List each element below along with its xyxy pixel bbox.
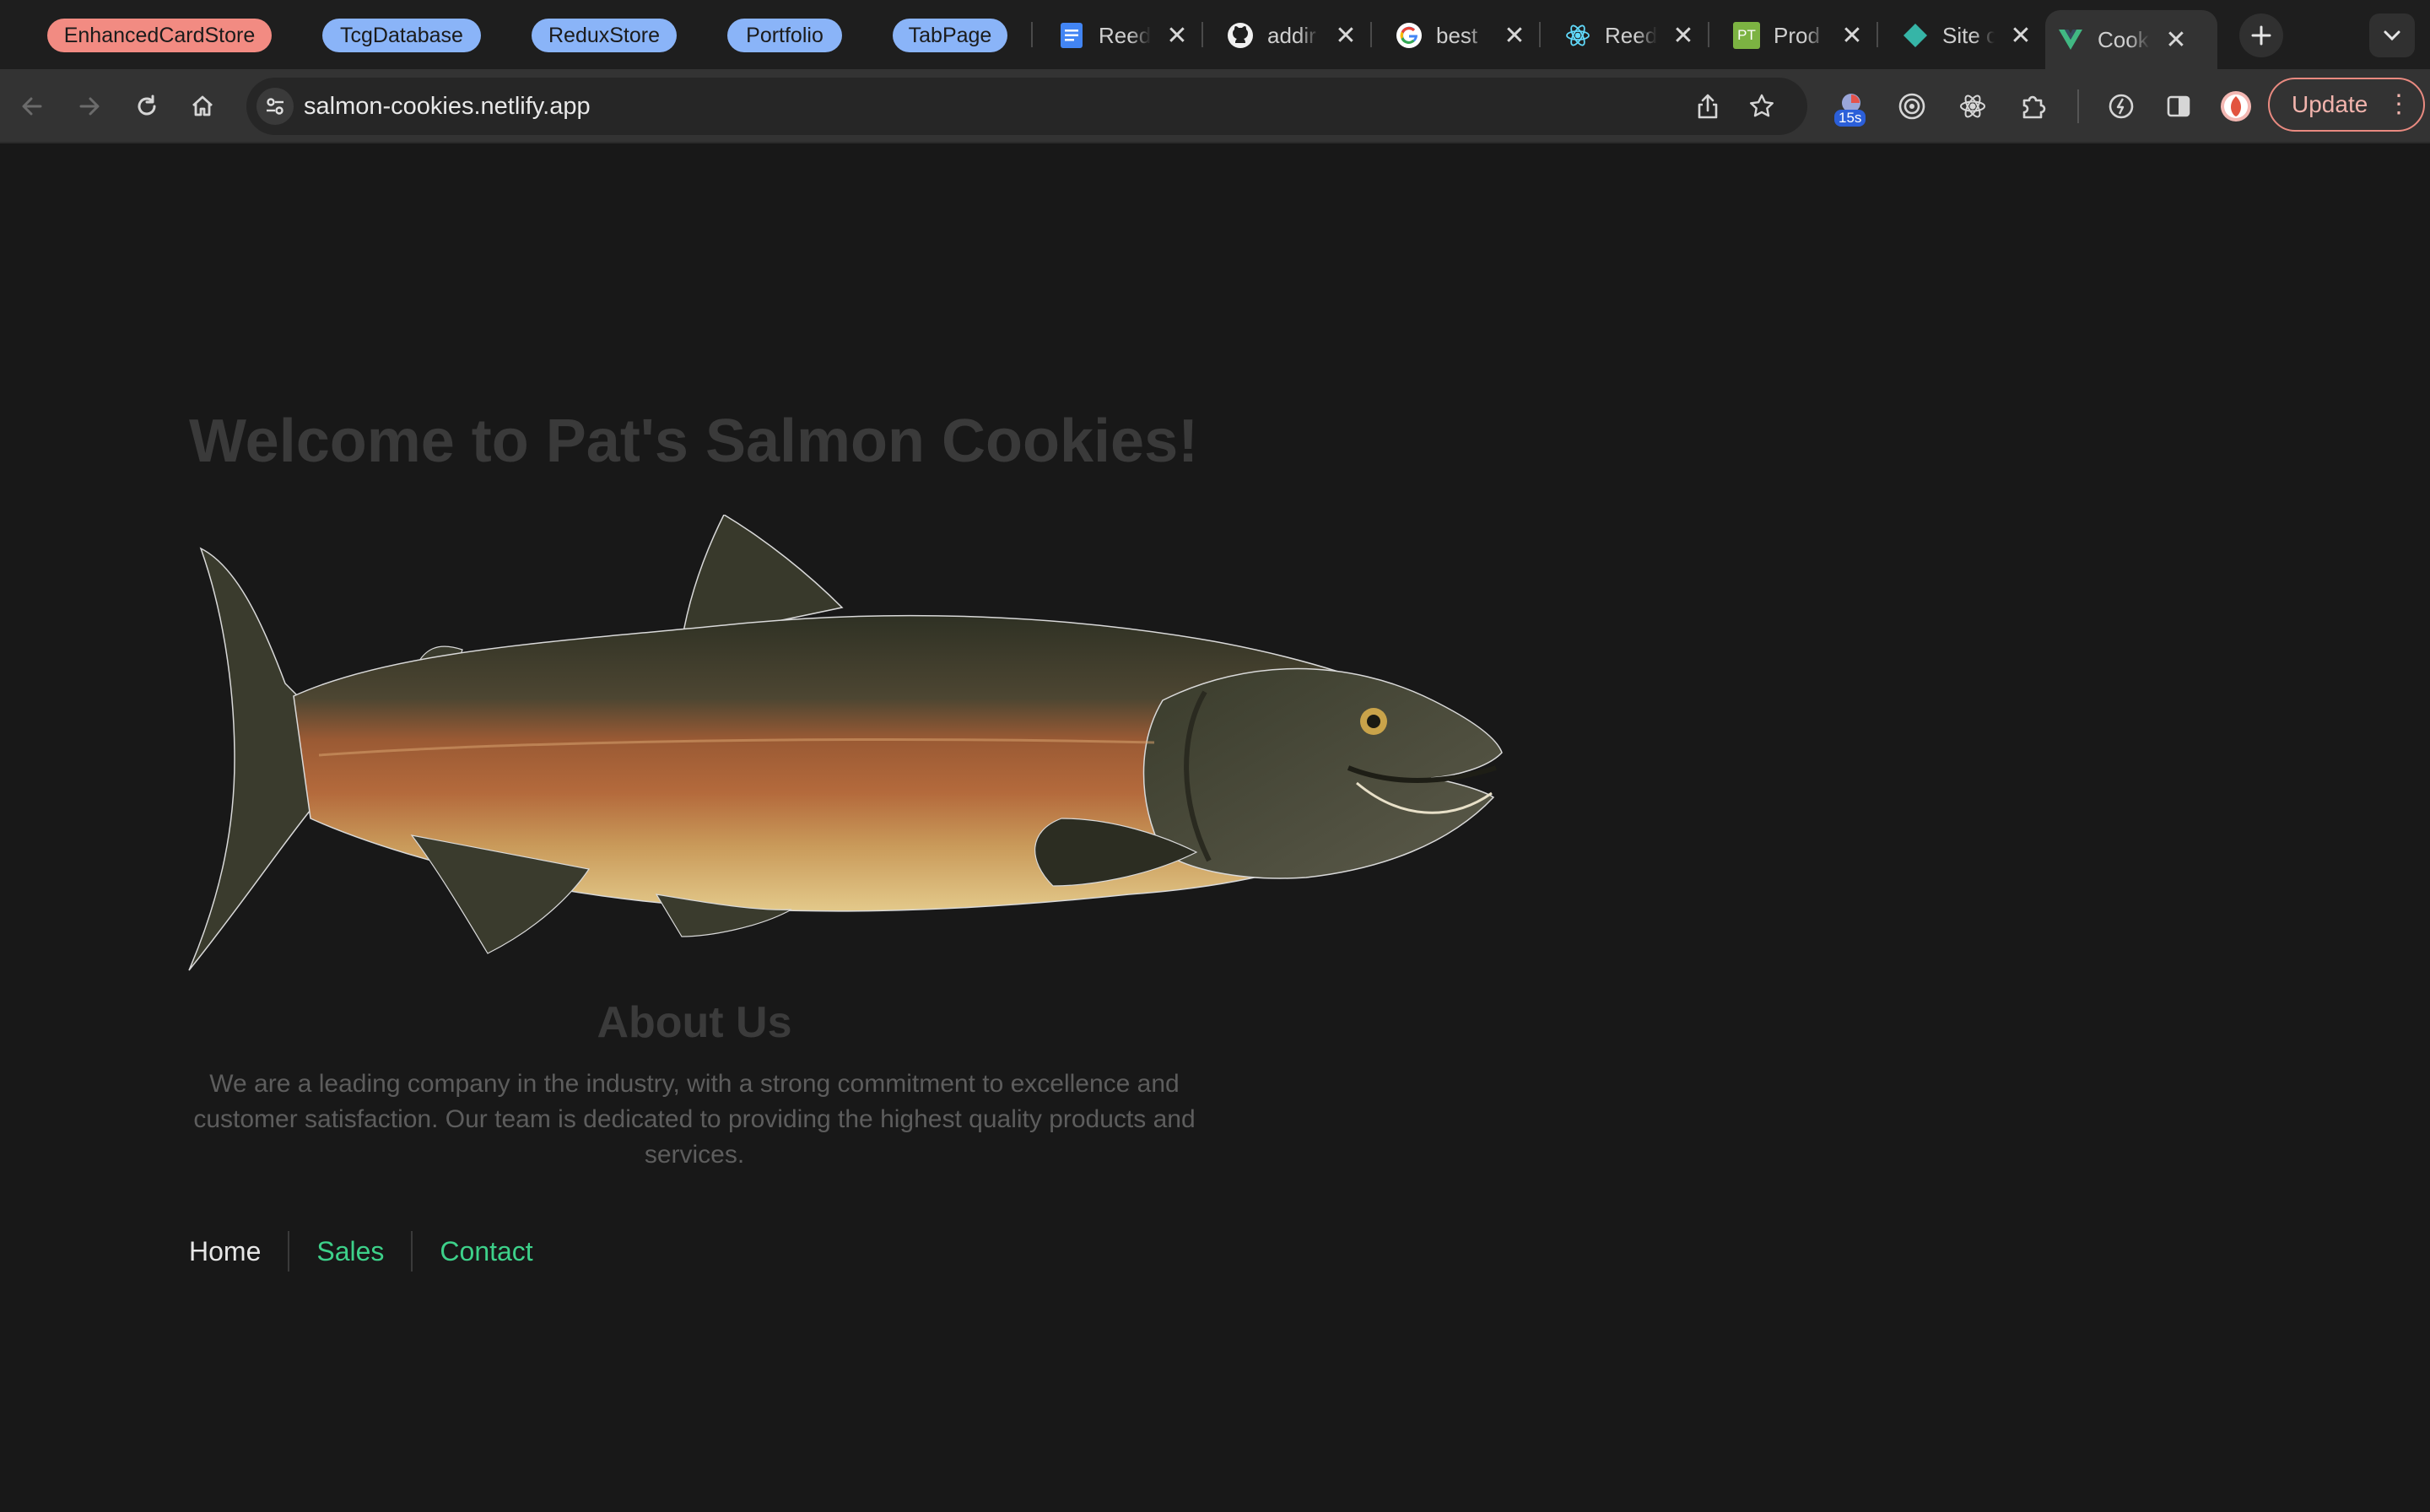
bookmark-button[interactable] <box>1743 88 1780 125</box>
chevron-down-icon <box>2384 30 2400 41</box>
reload-icon <box>138 94 156 116</box>
page-nav: Home Sales Contact <box>189 1230 560 1272</box>
tab-separator <box>1539 22 1541 47</box>
page-title: Welcome to Pat's Salmon Cookies! <box>189 408 1199 475</box>
tab-reed-docs[interactable]: Reed ✕ <box>1046 10 1200 61</box>
arrow-left-icon <box>22 97 42 116</box>
home-button[interactable] <box>184 88 221 125</box>
close-icon[interactable]: ✕ <box>1166 21 1188 51</box>
profile-avatar[interactable] <box>2217 88 2254 125</box>
react-icon <box>1960 94 1985 118</box>
tab-group-enhancedcardstore[interactable]: EnhancedCardStore <box>47 19 272 52</box>
docs-icon <box>1058 22 1085 49</box>
close-icon[interactable]: ✕ <box>1672 21 1694 51</box>
tab-strip: EnhancedCardStore TcgDatabase ReduxStore… <box>0 0 2430 69</box>
update-button[interactable]: Update ⋮ <box>2268 78 2425 132</box>
arrow-right-icon <box>79 97 100 116</box>
target-icon <box>1898 93 1925 120</box>
tab-group-tabpage[interactable]: TabPage <box>893 19 1007 52</box>
tab-title: addir <box>1267 22 1316 48</box>
update-label: Update <box>2292 91 2368 117</box>
toolbar-divider <box>2077 89 2079 123</box>
tab-separator <box>1031 22 1033 47</box>
tab-group-tcgdatabase[interactable]: TcgDatabase <box>322 19 481 52</box>
plus-icon <box>2251 25 2271 46</box>
share-button[interactable] <box>1689 88 1726 125</box>
page-content: Welcome to Pat's Salmon Cookies! About U… <box>0 145 2430 1512</box>
tab-title: Reed <box>1099 22 1151 48</box>
extensions-button[interactable] <box>2015 88 2052 125</box>
tune-icon <box>267 98 284 115</box>
about-text: We are a leading company in the industry… <box>193 1070 1196 1169</box>
tab-title: Reed <box>1605 22 1657 48</box>
forward-button[interactable] <box>71 88 108 125</box>
back-button[interactable] <box>14 88 51 125</box>
vue-icon <box>2057 26 2084 53</box>
google-icon <box>1396 22 1423 49</box>
nav-contact-link[interactable]: Contact <box>413 1230 559 1272</box>
close-icon[interactable]: ✕ <box>1841 21 1863 51</box>
performance-button[interactable] <box>2103 88 2140 125</box>
side-panel-icon <box>2167 95 2190 117</box>
close-icon[interactable]: ✕ <box>1335 21 1357 51</box>
react-devtools-button[interactable] <box>1954 88 1991 125</box>
about-title: About Us <box>597 998 792 1047</box>
avatar-icon <box>2221 91 2251 122</box>
url-text[interactable]: salmon-cookies.netlify.app <box>304 93 591 121</box>
tab-title: Site c <box>1942 22 1995 48</box>
tab-title: Cook <box>2098 26 2149 52</box>
speed-icon <box>2109 94 2134 119</box>
reload-button[interactable] <box>128 88 165 125</box>
tab-group-reduxstore[interactable]: ReduxStore <box>532 19 677 52</box>
pt-icon: PT <box>1733 22 1760 49</box>
browser-toolbar: salmon-cookies.netlify.app 15s Update ⋮ <box>0 69 2430 143</box>
tab-github[interactable]: addir ✕ <box>1215 10 1369 61</box>
tab-cookies-active[interactable]: Cook ✕ <box>2045 10 2217 69</box>
close-icon[interactable]: ✕ <box>1504 21 1526 51</box>
star-icon <box>1750 94 1774 117</box>
tab-separator <box>1202 22 1203 47</box>
close-icon[interactable]: ✕ <box>2165 25 2187 55</box>
side-panel-button[interactable] <box>2160 88 2197 125</box>
tab-site[interactable]: Site c ✕ <box>1890 10 2044 61</box>
timer-extension-button[interactable]: 15s <box>1831 84 1871 128</box>
tab-separator <box>1370 22 1372 47</box>
tab-group-portfolio[interactable]: Portfolio <box>727 19 842 52</box>
timer-badge: 15s <box>1834 110 1866 127</box>
nav-sales-link[interactable]: Sales <box>289 1230 411 1272</box>
tab-prod[interactable]: PT Prod ✕ <box>1721 10 1875 61</box>
tab-reed-react[interactable]: Reed ✕ <box>1552 10 1706 61</box>
tab-google[interactable]: best ✕ <box>1384 10 1537 61</box>
address-bar[interactable]: salmon-cookies.netlify.app <box>246 78 1807 135</box>
tab-title: Prod <box>1774 22 1820 48</box>
tab-separator <box>1876 22 1878 47</box>
nav-home-link[interactable]: Home <box>189 1230 288 1272</box>
tab-search-button[interactable] <box>2369 14 2415 57</box>
tab-separator <box>1708 22 1709 47</box>
close-icon[interactable]: ✕ <box>2010 21 2032 51</box>
react-icon <box>1564 22 1591 49</box>
github-icon <box>1227 22 1254 49</box>
puzzle-icon <box>2022 95 2046 119</box>
tab-title: best <box>1436 22 1478 48</box>
extension-target-button[interactable] <box>1893 88 1930 125</box>
site-info-button[interactable] <box>256 88 294 125</box>
more-vert-icon[interactable]: ⋮ <box>2386 79 2411 130</box>
home-icon <box>192 95 213 116</box>
share-icon <box>1698 94 1718 119</box>
new-tab-button[interactable] <box>2239 14 2283 57</box>
diamond-icon <box>1902 22 1929 49</box>
